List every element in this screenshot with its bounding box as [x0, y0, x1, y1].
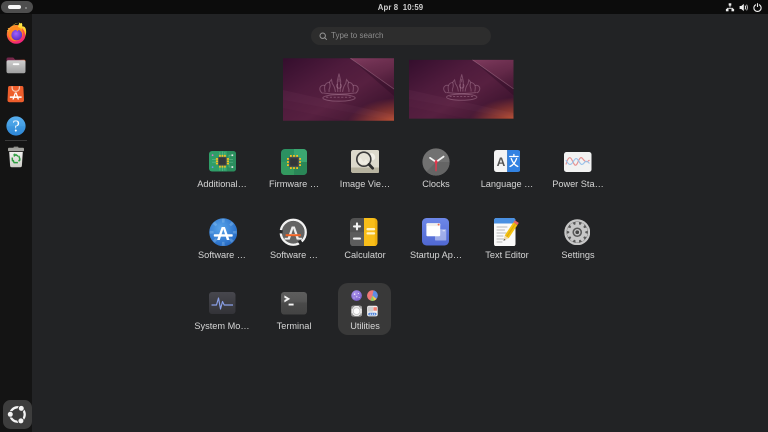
svg-text:A: A: [287, 223, 300, 243]
svg-text:A: A: [216, 223, 229, 244]
svg-text:A: A: [496, 155, 505, 169]
svg-text:?: ?: [12, 116, 19, 135]
